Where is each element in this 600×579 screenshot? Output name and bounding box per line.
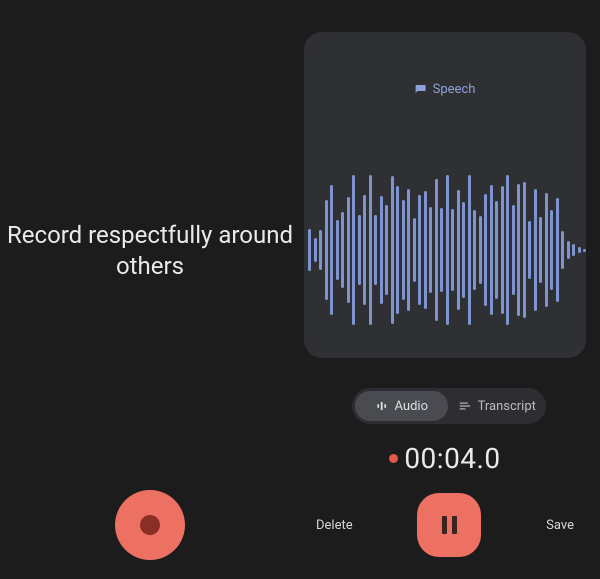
- waveform: [308, 160, 586, 340]
- elapsed-time: 00:04.0: [404, 442, 500, 475]
- wave-bar: [352, 175, 355, 325]
- wave-bar: [380, 196, 383, 304]
- pause-icon: [442, 516, 457, 534]
- wave-bar: [567, 241, 570, 259]
- audio-bars-icon: [375, 399, 389, 413]
- record-dot-icon: [140, 515, 160, 535]
- wave-bar: [391, 176, 394, 324]
- wave-bar: [363, 195, 366, 305]
- wave-bar: [550, 210, 553, 290]
- wave-bar: [451, 209, 454, 291]
- wave-bar: [534, 189, 537, 311]
- wave-bar: [523, 182, 526, 318]
- wave-bar: [484, 194, 487, 306]
- wave-bar: [479, 216, 482, 284]
- wave-bar: [341, 212, 344, 288]
- wave-bar: [413, 218, 416, 282]
- save-button[interactable]: Save: [538, 508, 582, 543]
- wave-bar: [490, 185, 493, 315]
- wave-bar: [539, 217, 542, 283]
- wave-bar: [468, 175, 471, 325]
- wave-bar: [396, 186, 399, 314]
- wave-bar: [347, 197, 350, 303]
- wave-bar: [308, 229, 311, 271]
- wave-bar: [495, 201, 498, 299]
- wave-bar: [330, 185, 333, 315]
- wave-bar: [385, 205, 388, 295]
- wave-bar: [429, 207, 432, 293]
- delete-button[interactable]: Delete: [308, 508, 361, 543]
- recording-controls: Delete Save: [304, 490, 586, 560]
- speech-tag: Speech: [415, 82, 476, 97]
- wave-bar: [407, 189, 410, 311]
- wave-bar: [319, 230, 322, 270]
- intro-panel: Record respectfully around others: [0, 0, 300, 579]
- wave-bar: [473, 210, 476, 290]
- view-tabs: Audio Transcript: [352, 388, 546, 424]
- speech-icon: [415, 84, 427, 96]
- wave-bar: [374, 215, 377, 285]
- waveform-preview: Speech: [304, 32, 586, 358]
- wave-bar: [578, 247, 581, 253]
- tab-transcript[interactable]: Transcript: [451, 391, 544, 421]
- wave-bar: [418, 195, 421, 305]
- wave-bar: [556, 198, 559, 302]
- headline-text: Record respectfully around others: [0, 220, 300, 282]
- wave-bar: [545, 193, 548, 307]
- record-button[interactable]: [115, 490, 185, 560]
- transcript-lines-icon: [458, 399, 472, 413]
- wave-bar: [583, 249, 586, 252]
- tab-audio-label: Audio: [395, 399, 428, 414]
- wave-bar: [501, 186, 504, 314]
- speech-tag-label: Speech: [433, 82, 476, 97]
- wave-bar: [440, 208, 443, 292]
- wave-bar: [457, 190, 460, 310]
- wave-bar: [446, 175, 449, 325]
- wave-bar: [506, 175, 509, 325]
- wave-bar: [512, 205, 515, 295]
- wave-bar: [435, 179, 438, 321]
- wave-bar: [561, 231, 564, 269]
- wave-bar: [517, 184, 520, 316]
- pause-button[interactable]: [417, 493, 481, 557]
- wave-bar: [424, 191, 427, 309]
- wave-bar: [462, 202, 465, 298]
- wave-bar: [358, 215, 361, 285]
- wave-bar: [528, 221, 531, 279]
- wave-bar: [369, 175, 372, 325]
- recording-indicator-icon: [389, 454, 398, 463]
- wave-bar: [325, 200, 328, 300]
- tab-transcript-label: Transcript: [478, 399, 536, 414]
- wave-bar: [572, 244, 575, 256]
- tab-audio[interactable]: Audio: [355, 391, 448, 421]
- timer-row: 00:04.0: [304, 442, 586, 475]
- wave-bar: [336, 220, 339, 280]
- wave-bar: [402, 200, 405, 300]
- wave-bar: [314, 238, 317, 262]
